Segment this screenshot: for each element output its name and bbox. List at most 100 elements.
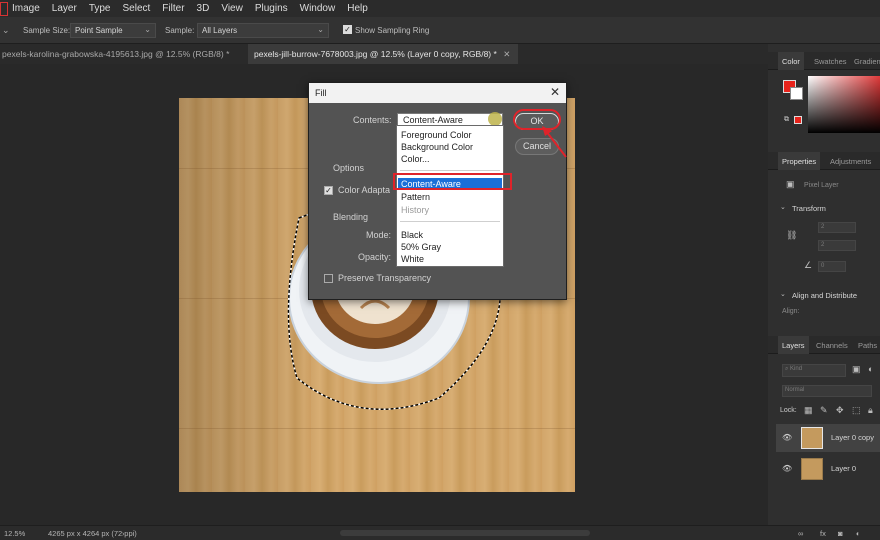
show-ring-checkbox[interactable]: ✓ (343, 25, 352, 34)
height-input[interactable]: 2 (818, 240, 856, 251)
separator (400, 221, 500, 222)
options-heading: Options (333, 163, 365, 173)
adjustment-layer-icon[interactable]: ◐ (856, 529, 861, 538)
layer-filter-input[interactable]: ⌕ Kind (782, 364, 846, 377)
swap-colors-icon[interactable]: ⧉ (784, 116, 789, 124)
blend-mode-select[interactable]: Normal (782, 385, 872, 397)
sample-size-value: Point Sample (75, 26, 123, 35)
blending-heading: Blending (333, 212, 369, 222)
option-black[interactable]: Black (398, 229, 502, 241)
tool-preset-chevron-icon[interactable]: ⌄ (2, 25, 10, 36)
menu-layer[interactable]: Layer (46, 3, 83, 14)
filter-image-icon[interactable]: ▣ (852, 364, 861, 375)
opacity-label: Opacity: (358, 252, 392, 262)
align-label: Align: (782, 308, 800, 315)
properties-panel-tabs: Properties Adjustments (768, 152, 880, 170)
menu-bar: Image Layer Type Select Filter 3D View P… (0, 0, 880, 17)
zoom-level[interactable]: 12.5% (4, 529, 25, 538)
option-background-color[interactable]: Background Color (398, 141, 502, 153)
menu-type[interactable]: Type (83, 3, 117, 14)
lock-label: Lock: (780, 407, 797, 414)
warning-color-swatch[interactable] (794, 116, 802, 124)
chevron-down-icon: ⌄ (144, 25, 151, 34)
lock-brush-icon[interactable]: ✎ (820, 405, 828, 416)
tab-adjustments[interactable]: Adjustments (826, 152, 875, 170)
contents-label: Contents: (353, 115, 392, 125)
menu-filter[interactable]: Filter (156, 3, 190, 14)
mask-icon[interactable]: ◙ (838, 529, 843, 538)
show-ring-label: Show Sampling Ring (355, 26, 430, 35)
layer-row[interactable]: 👁︎ Layer 0 (776, 455, 880, 483)
tab-swatches[interactable]: Swatches (810, 52, 851, 70)
sample-size-select[interactable]: Point Sample ⌄ (70, 23, 156, 38)
visibility-eye-icon[interactable]: 👁︎ (782, 464, 792, 473)
tab-paths[interactable]: Paths (854, 336, 880, 354)
option-history: History (401, 205, 430, 215)
tab-document-1[interactable]: pexels-karolina-grabowska-4195613.jpg @ … (0, 44, 244, 64)
fx-icon[interactable]: fx (820, 529, 826, 538)
preserve-transparency-label: Preserve Transparency (338, 273, 432, 283)
menu-3d[interactable]: 3D (191, 3, 216, 14)
tab-channels[interactable]: Channels (812, 336, 852, 354)
option-white[interactable]: White (398, 253, 502, 265)
layer-row[interactable]: 👁︎ Layer 0 copy (776, 424, 880, 452)
layer-thumbnail (801, 427, 823, 449)
menu-view[interactable]: View (215, 3, 249, 14)
horizontal-scrollbar[interactable] (340, 530, 590, 536)
close-icon[interactable]: ✕ (503, 49, 510, 59)
align-heading: Align and Distribute (792, 291, 858, 300)
color-adaptation-label: Color Adapta (338, 185, 391, 195)
option-foreground-color[interactable]: Foreground Color (398, 129, 502, 141)
content-aware-highlight (393, 173, 512, 190)
background-color-swatch[interactable] (790, 87, 803, 100)
sample-select[interactable]: All Layers ⌄ (197, 23, 329, 38)
sample-label: Sample: (165, 26, 195, 35)
tab-color[interactable]: Color (778, 52, 804, 70)
link-layers-icon[interactable]: ∞ (798, 529, 803, 538)
link-icon[interactable]: ⛓ (786, 230, 797, 241)
tab-label: pexels-jill-burrow-7678003.jpg @ 12.5% (… (254, 49, 497, 59)
options-bar: ⌄ Sample Size: Point Sample ⌄ Sample: Al… (0, 17, 880, 44)
tab-label: pexels-karolina-grabowska-4195613.jpg @ … (2, 49, 230, 59)
preserve-transparency-checkbox[interactable] (324, 274, 333, 283)
option-color[interactable]: Color... (398, 153, 502, 165)
color-panel-tabs: Color Swatches Gradien (768, 52, 880, 70)
tab-layers[interactable]: Layers (778, 336, 809, 354)
width-input[interactable]: 2 (818, 222, 856, 233)
color-adaptation-checkbox[interactable]: ✓ (324, 186, 333, 195)
layer-thumbnail (801, 458, 823, 480)
status-bar: 12.5% 4265 px x 4264 px (72 ppi) › ∞ fx … (0, 525, 880, 540)
layer-name: Layer 0 (831, 464, 857, 473)
tab-gradients[interactable]: Gradien (850, 52, 880, 70)
close-icon[interactable]: ✕ (550, 85, 560, 99)
option-pattern[interactable]: Pattern (398, 191, 502, 203)
kind-placeholder: Kind (790, 366, 803, 372)
color-picker-field[interactable] (808, 76, 880, 133)
lock-move-icon[interactable]: ✥ (836, 405, 844, 416)
app-logo-icon (0, 1, 8, 16)
contents-dropdown-list: Foreground Color Background Color Color.… (396, 125, 504, 267)
blend-mode-value: Normal (785, 387, 805, 393)
menu-select[interactable]: Select (117, 3, 157, 14)
tab-properties[interactable]: Properties (778, 152, 821, 170)
lock-transparent-icon[interactable]: ▦ (804, 405, 813, 416)
lock-artboard-icon[interactable]: ⬚ (852, 405, 861, 416)
lock-all-icon[interactable]: 🔒︎ (868, 405, 873, 416)
sample-size-label: Sample Size: (23, 26, 71, 35)
chevron-down-icon[interactable]: ⌄ (780, 203, 786, 211)
transform-heading: Transform (792, 204, 826, 213)
tab-document-2[interactable]: pexels-jill-burrow-7678003.jpg @ 12.5% (… (248, 44, 518, 64)
pixel-layer-label: Pixel Layer (804, 182, 839, 189)
menu-image[interactable]: Image (10, 3, 46, 14)
sample-value: All Layers (202, 26, 238, 35)
angle-input[interactable]: 0 (818, 261, 846, 272)
menu-help[interactable]: Help (341, 3, 374, 14)
menu-plugins[interactable]: Plugins (249, 3, 294, 14)
chevron-down-icon[interactable]: ⌄ (780, 290, 786, 298)
option-50-gray[interactable]: 50% Gray (398, 241, 502, 253)
filter-adjustment-icon[interactable]: ◐ (868, 364, 873, 374)
dialog-title-bar[interactable]: Fill ✕ (309, 83, 566, 103)
visibility-eye-icon[interactable]: 👁︎ (782, 433, 792, 442)
menu-window[interactable]: Window (294, 3, 342, 14)
chevron-right-icon[interactable]: › (122, 529, 125, 538)
